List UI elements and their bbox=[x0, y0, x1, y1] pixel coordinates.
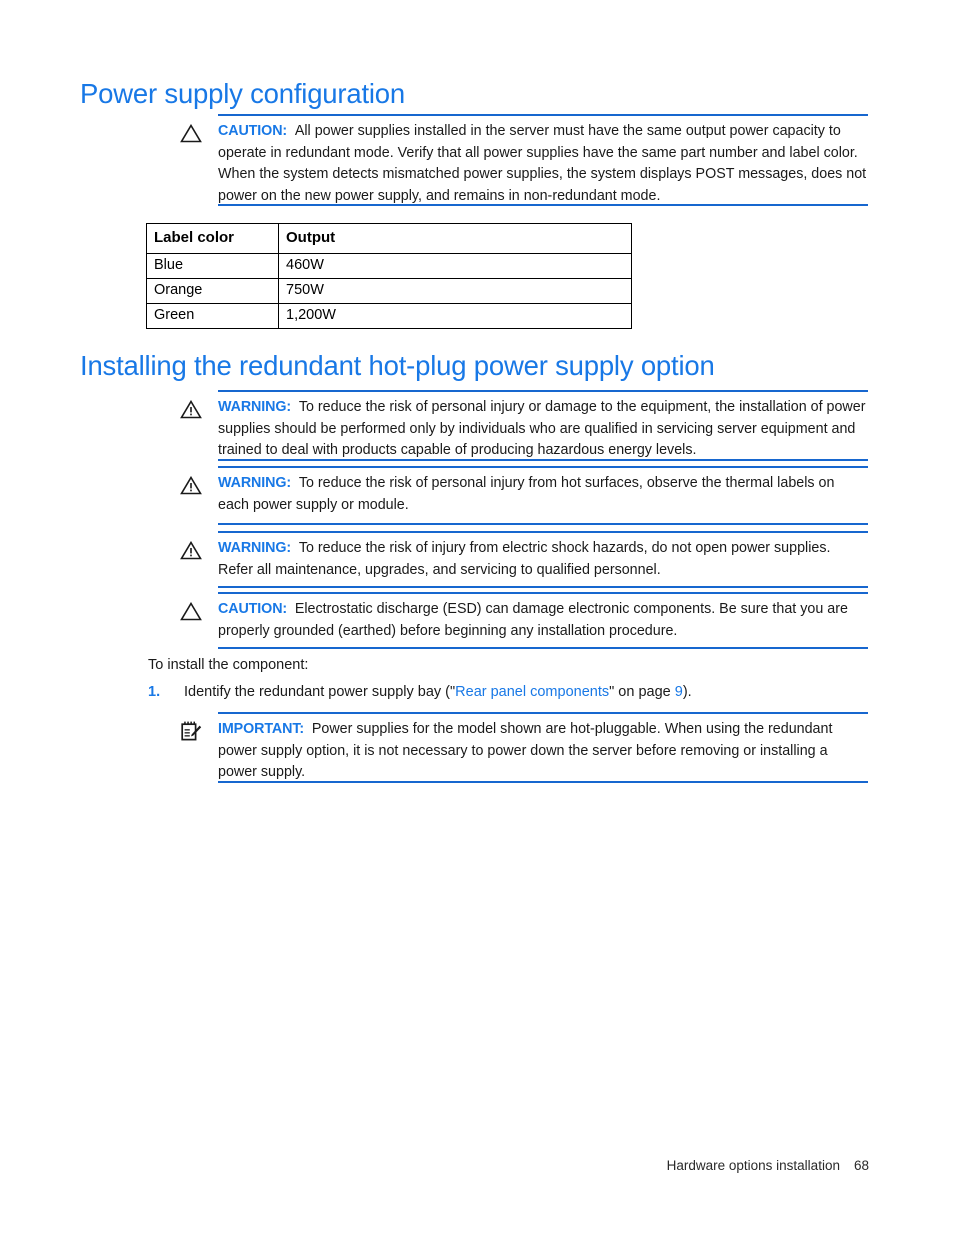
warning-triangle-icon bbox=[172, 474, 212, 500]
note-rule-top bbox=[218, 466, 868, 468]
note-rule-bottom bbox=[218, 204, 868, 206]
step-number: 1. bbox=[148, 684, 161, 700]
table-cell-label-color: Blue bbox=[146, 253, 279, 279]
table-cell-output: 750W bbox=[278, 278, 632, 304]
note-rule-top bbox=[218, 114, 868, 116]
footer-chapter-title: Hardware options installation bbox=[666, 1158, 840, 1173]
note-label: IMPORTANT: bbox=[218, 721, 305, 737]
document-page: Power supply configuration CAUTION: All p… bbox=[0, 0, 954, 1235]
note-caution-mixed-supplies: CAUTION: All power supplies installed in … bbox=[168, 114, 868, 206]
note-rule-bottom bbox=[218, 459, 868, 461]
page-reference-link[interactable]: 9 bbox=[675, 684, 683, 700]
note-caution-esd: CAUTION: Electrostatic discharge (ESD) ca… bbox=[168, 592, 868, 649]
procedure-step-1: 1. Identify the redundant power supply ba… bbox=[148, 684, 692, 700]
page-title-power-supply-configuration: Power supply configuration bbox=[80, 78, 405, 109]
table-cell-output: 1,200W bbox=[278, 303, 632, 329]
table-header-label-color: Label color bbox=[146, 223, 279, 254]
note-rule-top bbox=[218, 390, 868, 392]
note-label: WARNING: bbox=[218, 399, 292, 415]
note-label: WARNING: bbox=[218, 540, 292, 556]
note-label: CAUTION: bbox=[218, 601, 288, 617]
power-supply-label-output-table: Label color Output Blue 460W Orange 750W… bbox=[146, 223, 632, 329]
procedure-intro: To install the component: bbox=[148, 657, 309, 673]
table-header-output: Output bbox=[278, 223, 632, 254]
table-cell-label-color: Green bbox=[146, 303, 279, 329]
table-row: Green 1,200W bbox=[146, 303, 632, 329]
note-label: CAUTION: bbox=[218, 123, 288, 139]
note-rule-bottom bbox=[218, 781, 868, 783]
note-rule-bottom bbox=[218, 586, 868, 588]
note-text: To reduce the risk of personal injury fr… bbox=[218, 475, 835, 513]
note-body: WARNING: To reduce the risk of injury fro… bbox=[218, 531, 868, 590]
caution-triangle-icon bbox=[172, 600, 212, 626]
note-body: CAUTION: Electrostatic discharge (ESD) ca… bbox=[218, 592, 868, 651]
table-header-row: Label color Output bbox=[146, 223, 632, 254]
note-warning-electric-shock: WARNING: To reduce the risk of injury fro… bbox=[168, 531, 868, 588]
footer-page-number: 68 bbox=[853, 1158, 869, 1173]
section-title-installing-redundant-hot-plug-power-supply-option: Installing the redundant hot-plug power … bbox=[80, 350, 715, 381]
note-label: WARNING: bbox=[218, 475, 292, 491]
note-text: All power supplies installed in the serv… bbox=[218, 123, 867, 205]
note-text: To reduce the risk of personal injury or… bbox=[218, 399, 866, 459]
table-cell-output: 460W bbox=[278, 253, 632, 279]
note-rule-top bbox=[218, 531, 868, 533]
warning-triangle-icon bbox=[172, 398, 212, 424]
step-text-after: ). bbox=[682, 684, 692, 700]
note-text: Electrostatic discharge (ESD) can damage… bbox=[218, 601, 848, 639]
note-rule-top bbox=[218, 712, 868, 714]
note-body: CAUTION: All power supplies installed in … bbox=[218, 114, 868, 217]
table-cell-label-color: Orange bbox=[146, 278, 279, 304]
step-text-before: Identify the redundant power supply bay … bbox=[184, 684, 456, 700]
note-warning-qualified-personnel: WARNING: To reduce the risk of personal i… bbox=[168, 390, 868, 461]
note-text: To reduce the risk of injury from electr… bbox=[218, 540, 831, 578]
page-footer: Hardware options installation 68 bbox=[667, 1158, 869, 1173]
table-row: Blue 460W bbox=[146, 253, 632, 279]
caution-triangle-icon bbox=[172, 122, 212, 148]
important-notepad-icon bbox=[172, 720, 212, 746]
note-rule-top bbox=[218, 592, 868, 594]
note-rule-bottom bbox=[218, 647, 868, 649]
note-rule-bottom bbox=[218, 523, 868, 525]
table-row: Orange 750W bbox=[146, 278, 632, 304]
cross-reference-link-rear-panel-components[interactable]: Rear panel components bbox=[455, 684, 609, 700]
note-body: WARNING: To reduce the risk of personal i… bbox=[218, 466, 868, 525]
step-text-middle: " on page bbox=[609, 684, 675, 700]
warning-triangle-icon bbox=[172, 539, 212, 565]
note-important-hot-pluggable: IMPORTANT: Power supplies for the model s… bbox=[168, 712, 868, 783]
note-warning-hot-surfaces: WARNING: To reduce the risk of personal i… bbox=[168, 466, 868, 525]
